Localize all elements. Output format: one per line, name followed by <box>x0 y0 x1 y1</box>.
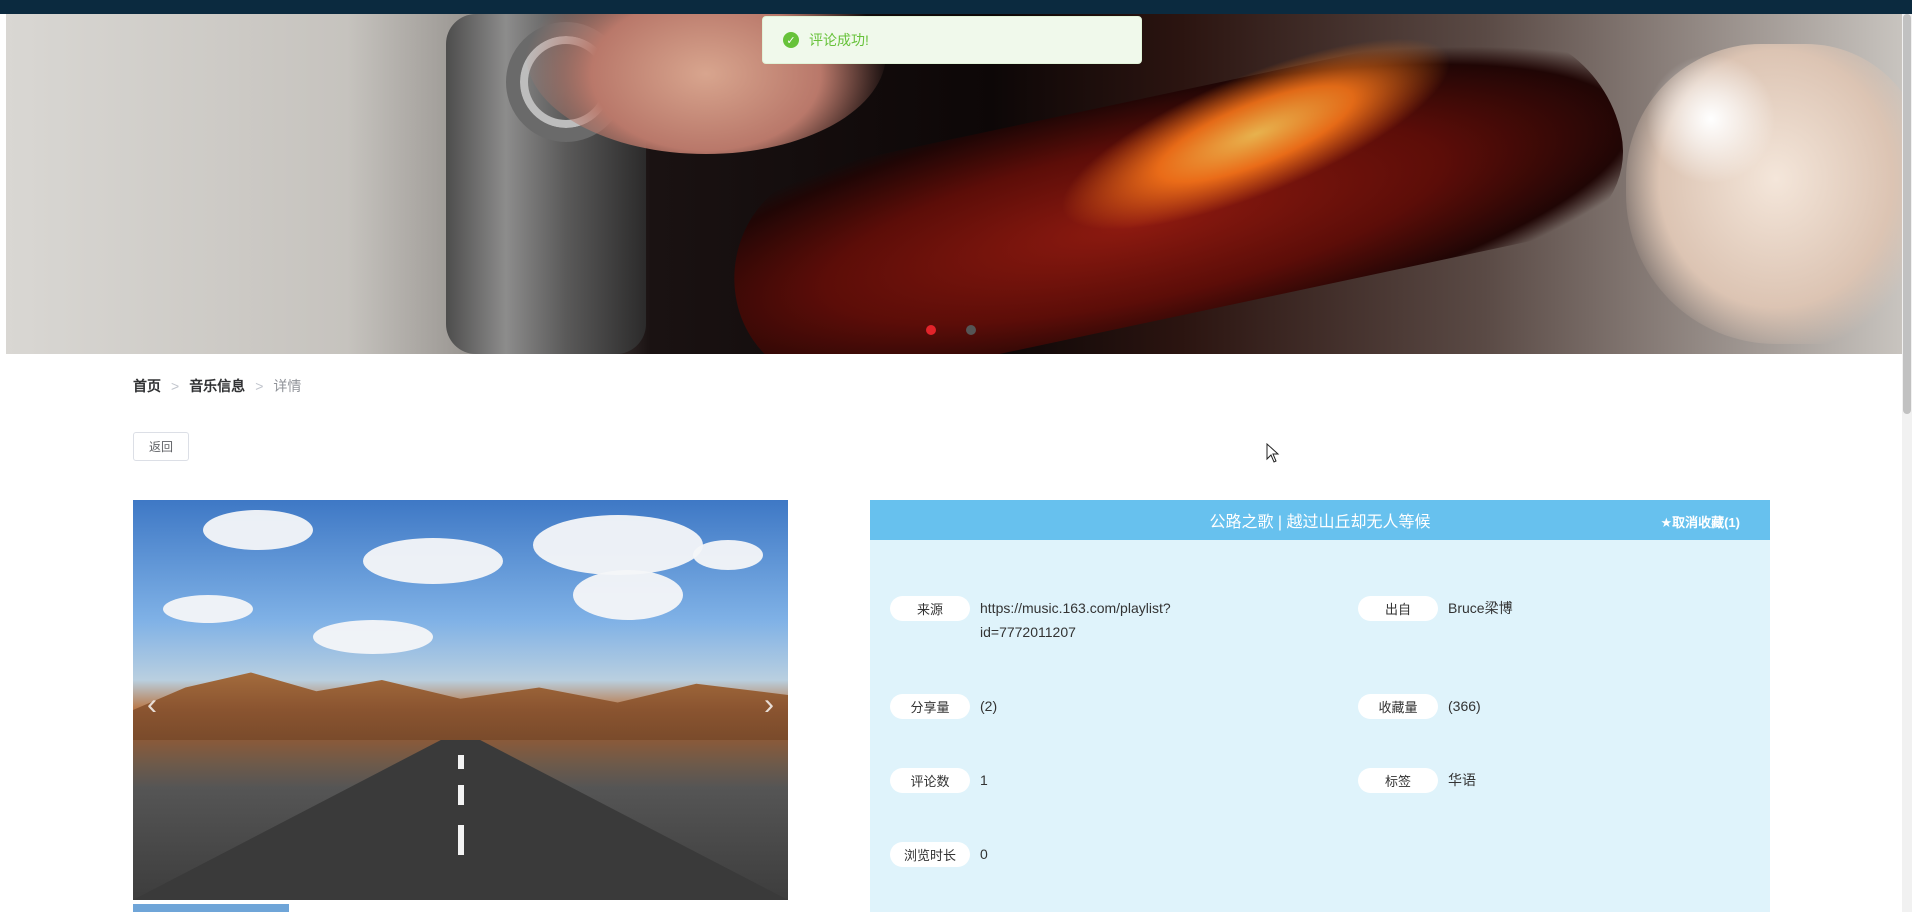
check-circle-icon: ✓ <box>783 32 799 48</box>
field-from: 出自 Bruce梁博 <box>1358 596 1513 621</box>
browse-time-label: 浏览时长 <box>890 842 970 867</box>
tag-value: 华语 <box>1448 772 1476 788</box>
lane-marking <box>458 785 464 805</box>
cloud-shape <box>533 515 703 575</box>
cloud-shape <box>313 620 433 654</box>
banner-carousel[interactable] <box>6 14 1902 354</box>
info-card-header: 公路之歌 | 越过山丘却无人等候 ★取消收藏(1) <box>870 500 1770 540</box>
banner-indicator-1[interactable] <box>926 325 936 335</box>
cloud-shape <box>203 510 313 550</box>
toast-message: 评论成功! <box>809 32 869 48</box>
breadcrumb-music-info[interactable]: 音乐信息 <box>189 376 245 396</box>
cover-thumbnail[interactable] <box>133 904 289 912</box>
banner-indicator-2[interactable] <box>966 325 976 335</box>
field-collect: 收藏量 (366) <box>1358 694 1481 719</box>
music-cover-carousel[interactable]: ‹ › <box>133 500 788 900</box>
success-toast: ✓ 评论成功! <box>762 16 1142 64</box>
source-url-line1: https://music.163.com/playlist? <box>980 600 1171 616</box>
banner-sparkle-art <box>1646 54 1776 184</box>
source-label: 来源 <box>890 596 970 621</box>
music-title: 公路之歌 | 越过山丘却无人等候 <box>1209 514 1431 531</box>
field-share: 分享量 (2) <box>890 694 997 719</box>
source-url-line2: id=7772011207 <box>980 624 1076 640</box>
breadcrumb-separator: > <box>171 378 180 394</box>
from-label: 出自 <box>1358 596 1438 621</box>
hills-shape <box>133 672 788 740</box>
back-button[interactable]: 返回 <box>133 432 189 461</box>
field-source: 来源 https://music.163.com/playlist? id=77… <box>890 596 1171 644</box>
breadcrumb-current: 详情 <box>273 378 302 394</box>
comments-label: 评论数 <box>890 768 970 793</box>
breadcrumb-home[interactable]: 首页 <box>133 376 161 396</box>
collect-value: (366) <box>1448 698 1481 714</box>
breadcrumb-separator: > <box>255 378 264 394</box>
cloud-shape <box>363 538 503 584</box>
field-tag: 标签 华语 <box>1358 768 1476 793</box>
tag-label: 标签 <box>1358 768 1438 793</box>
top-bar <box>0 0 1912 14</box>
cloud-shape <box>573 570 683 620</box>
cloud-shape <box>163 595 253 623</box>
from-value: Bruce梁博 <box>1448 600 1513 616</box>
field-comments: 评论数 1 <box>890 768 988 793</box>
comments-value: 1 <box>980 772 988 788</box>
cancel-favorite-button[interactable]: ★取消收藏(1) <box>1660 512 1740 531</box>
source-value[interactable]: https://music.163.com/playlist? id=77720… <box>980 596 1171 644</box>
scrollbar-thumb[interactable] <box>1903 14 1911 414</box>
share-value: (2) <box>980 698 998 714</box>
breadcrumb: 首页 > 音乐信息 > 详情 <box>133 376 301 396</box>
cloud-shape <box>693 540 763 570</box>
page-scrollbar[interactable] <box>1902 14 1912 912</box>
music-info-card: 公路之歌 | 越过山丘却无人等候 ★取消收藏(1) 来源 https://mus… <box>870 500 1770 912</box>
banner-indicators <box>926 325 976 335</box>
field-browse-time: 浏览时长 0 <box>890 842 988 867</box>
browse-time-value: 0 <box>980 846 988 862</box>
lane-marking <box>458 825 464 855</box>
carousel-prev-icon[interactable]: ‹ <box>147 688 157 722</box>
carousel-next-icon[interactable]: › <box>764 688 774 722</box>
lane-marking <box>458 755 464 769</box>
share-label: 分享量 <box>890 694 970 719</box>
collect-label: 收藏量 <box>1358 694 1438 719</box>
